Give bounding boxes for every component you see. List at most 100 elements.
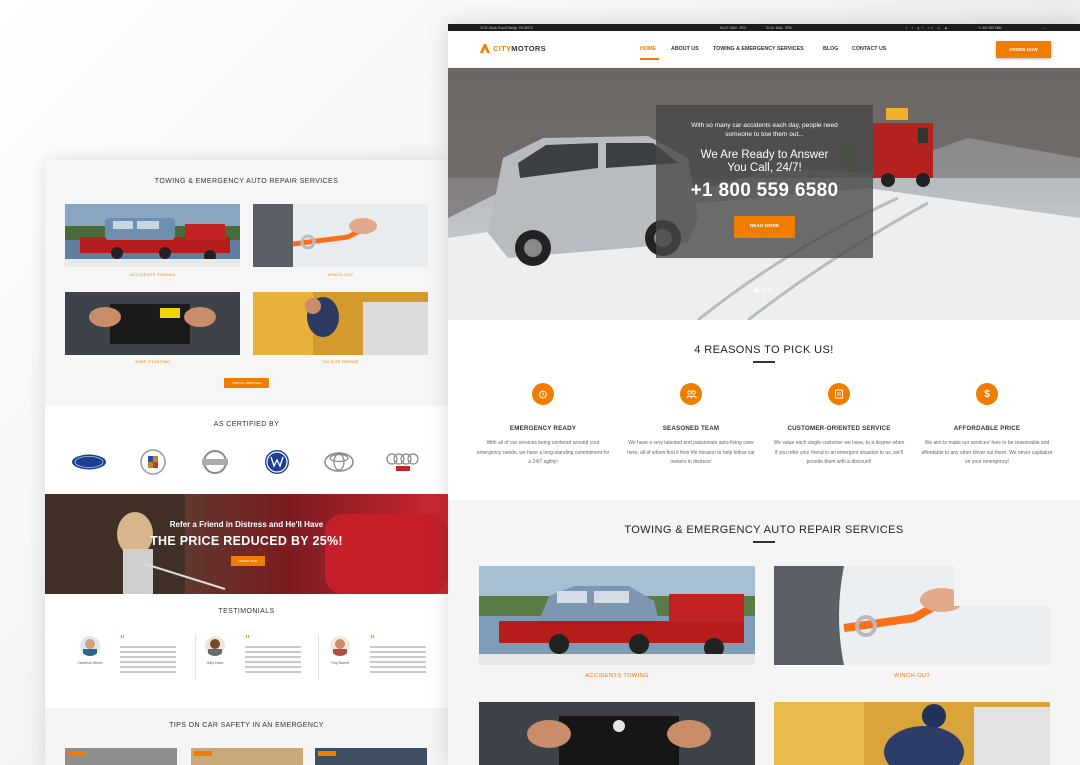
testimonial-item: Troy Barrett “ bbox=[330, 634, 448, 696]
service-image-jump-starting[interactable] bbox=[479, 702, 755, 765]
volkswagen-logo-icon bbox=[259, 449, 295, 475]
hero-headline: We Are Ready to Answer You Call, 24/7! bbox=[700, 149, 829, 174]
service-caption[interactable]: WINCH-OUT bbox=[774, 673, 1050, 679]
tip-tag bbox=[318, 751, 336, 756]
service-caption[interactable]: ACCIDENTS TOWING bbox=[479, 673, 755, 679]
testimonial-text-lines bbox=[370, 646, 426, 676]
nav-about-us[interactable]: ABOUT US bbox=[671, 46, 699, 52]
quote-icon: “ bbox=[120, 634, 125, 645]
service-image-on-site-repair[interactable] bbox=[774, 702, 1050, 765]
slider-dot[interactable] bbox=[761, 288, 766, 293]
title-underline bbox=[753, 541, 775, 543]
reasons-section: 4 REASONS TO PICK US! EMERGENCY READY Wi… bbox=[448, 320, 1080, 500]
slider-dot[interactable] bbox=[768, 288, 773, 293]
reason-text: We have a very talented and passionate a… bbox=[627, 440, 755, 465]
nav-home[interactable]: HOME bbox=[640, 46, 656, 52]
address-text: 22 St. Black Road Raleigh, PA 54578 bbox=[480, 25, 533, 30]
nav-contact-us[interactable]: CONTACT US bbox=[852, 46, 886, 52]
hero-caption-box: With so many car accidents each day, peo… bbox=[656, 105, 873, 258]
toyota-logo-icon bbox=[321, 449, 357, 475]
read-more-button[interactable]: READ MORE bbox=[734, 216, 795, 238]
preview-tips-title: TIPS ON CAR SAFETY IN AN EMERGENCY bbox=[169, 722, 324, 729]
hours-weekend: St-Sn: 8AM - 9PM bbox=[766, 25, 792, 30]
reason-title: SEASONED TEAM bbox=[662, 425, 720, 432]
testimonial-text-lines bbox=[120, 646, 176, 676]
hero-intro-text: With so many car accidents each day, peo… bbox=[691, 122, 838, 138]
nissan-logo-icon bbox=[197, 449, 233, 475]
dollar-icon: $ bbox=[976, 383, 998, 405]
preview-promo-button[interactable]: ORDER NOW bbox=[231, 556, 265, 566]
order-now-button[interactable]: ORDER NOW bbox=[996, 41, 1051, 58]
reason-text: We value each single customer we have, t… bbox=[773, 440, 905, 465]
nav-blog[interactable]: BLOG bbox=[823, 46, 838, 52]
preview-testimonials-title: TESTIMONIALS bbox=[218, 608, 275, 615]
preview-service-caption[interactable]: ACCIDENTS TOWING bbox=[65, 272, 240, 277]
service-image-winch-out[interactable] bbox=[774, 566, 1050, 665]
audi-logo-icon bbox=[385, 449, 421, 475]
preview-service-image-winch[interactable] bbox=[253, 204, 428, 267]
avatar bbox=[330, 636, 350, 656]
reason-text: We aim to make our services' fees to be … bbox=[921, 440, 1053, 465]
reason-title: CUSTOMER-ORIENTED SERVICE bbox=[787, 425, 891, 432]
slider-dot[interactable] bbox=[754, 288, 759, 293]
avatar bbox=[205, 636, 225, 656]
reason-title: AFFORDABLE PRICE bbox=[953, 425, 1021, 432]
testimonial-item: Cameron Welsh “ bbox=[77, 634, 200, 696]
preview-view-all-button[interactable]: VIEW ALL SERVICES bbox=[224, 378, 269, 388]
avatar bbox=[80, 636, 100, 656]
preview-service-caption[interactable]: JUMP STARTING bbox=[65, 359, 240, 364]
testimonial-text-lines bbox=[245, 646, 301, 676]
nav-towing-services[interactable]: TOWING & EMERGENCY SERVICES bbox=[713, 46, 804, 52]
preview-services-title: TOWING & EMERGENCY AUTO REPAIR SERVICES bbox=[154, 178, 339, 185]
cadillac-logo-icon bbox=[135, 449, 171, 475]
preview-promo-banner: Refer a Friend in Distress and He'll Hav… bbox=[45, 494, 448, 594]
social-icons[interactable]: f t g+ in ◎ ▶ bbox=[906, 26, 950, 30]
divider bbox=[318, 634, 319, 680]
tip-card-image[interactable] bbox=[191, 748, 303, 765]
tip-tag bbox=[68, 751, 86, 756]
search-icon[interactable]: ⌕ bbox=[1044, 26, 1046, 30]
divider bbox=[195, 634, 196, 680]
main-navbar: CITY MOTORS HOME ABOUT US TOWING & EMERGE… bbox=[448, 31, 1080, 68]
quote-icon: “ bbox=[370, 634, 375, 645]
topbar-phone[interactable]: +1 800 559 6580 bbox=[978, 26, 1002, 30]
brand-logo[interactable]: CITY MOTORS bbox=[480, 44, 546, 53]
services-section: TOWING & EMERGENCY AUTO REPAIR SERVICES … bbox=[448, 500, 1080, 765]
preview-service-image-onsite[interactable] bbox=[253, 292, 428, 355]
ford-logo-icon bbox=[71, 449, 107, 475]
nav-active-indicator bbox=[640, 58, 659, 60]
preview-services-section: TOWING & EMERGENCY AUTO REPAIR SERVICES … bbox=[45, 160, 448, 406]
testimonial-author: Cameron Welsh bbox=[77, 661, 103, 665]
preview-promo-line2: THE PRICE REDUCED BY 25%! bbox=[150, 534, 343, 548]
preview-page-secondary: TOWING & EMERGENCY AUTO REPAIR SERVICES … bbox=[45, 160, 448, 765]
top-info-bar: 22 St. Black Road Raleigh, PA 54578 Mo-F… bbox=[448, 24, 1080, 31]
tip-tag bbox=[194, 751, 212, 756]
preview-service-image-jump[interactable] bbox=[65, 292, 240, 355]
reasons-title: 4 REASONS TO PICK US! bbox=[694, 344, 834, 356]
hero-phone[interactable]: +1 800 559 6580 bbox=[656, 180, 873, 202]
alarm-icon bbox=[532, 383, 554, 405]
team-icon bbox=[680, 383, 702, 405]
service-image-accidents-towing[interactable] bbox=[479, 566, 755, 665]
quote-icon: “ bbox=[245, 634, 250, 645]
preview-service-image-towing[interactable] bbox=[65, 204, 240, 267]
hero-slider: With so many car accidents each day, peo… bbox=[448, 68, 1080, 320]
preview-page-main: 22 St. Black Road Raleigh, PA 54578 Mo-F… bbox=[448, 24, 1080, 765]
preview-promo-line1: Refer a Friend in Distress and He'll Hav… bbox=[169, 520, 324, 529]
slider-dots bbox=[754, 288, 773, 293]
logo-mark-icon bbox=[480, 44, 490, 53]
reason-title: EMERGENCY READY bbox=[509, 425, 577, 432]
preview-testimonials-section: TESTIMONIALS Cameron Welsh “ Gary Dean “… bbox=[45, 594, 448, 708]
title-underline bbox=[753, 361, 775, 363]
preview-service-caption[interactable]: WINCH-OUT bbox=[253, 272, 428, 277]
tip-card-image[interactable] bbox=[315, 748, 427, 765]
preview-service-caption[interactable]: ON-SITE REPAIR bbox=[253, 359, 428, 364]
testimonial-item: Gary Dean “ bbox=[205, 634, 325, 696]
preview-certified-section: AS CERTIFIED BY bbox=[45, 406, 448, 494]
services-title: TOWING & EMERGENCY AUTO REPAIR SERVICES bbox=[624, 524, 904, 536]
preview-tips-section: TIPS ON CAR SAFETY IN AN EMERGENCY bbox=[45, 708, 448, 765]
preview-certified-title: AS CERTIFIED BY bbox=[213, 421, 280, 428]
hours-weekdays: Mo-Fr: 8AM - 9PM bbox=[720, 25, 747, 30]
tip-card-image[interactable] bbox=[65, 748, 177, 765]
testimonial-author: Gary Dean bbox=[206, 661, 224, 665]
